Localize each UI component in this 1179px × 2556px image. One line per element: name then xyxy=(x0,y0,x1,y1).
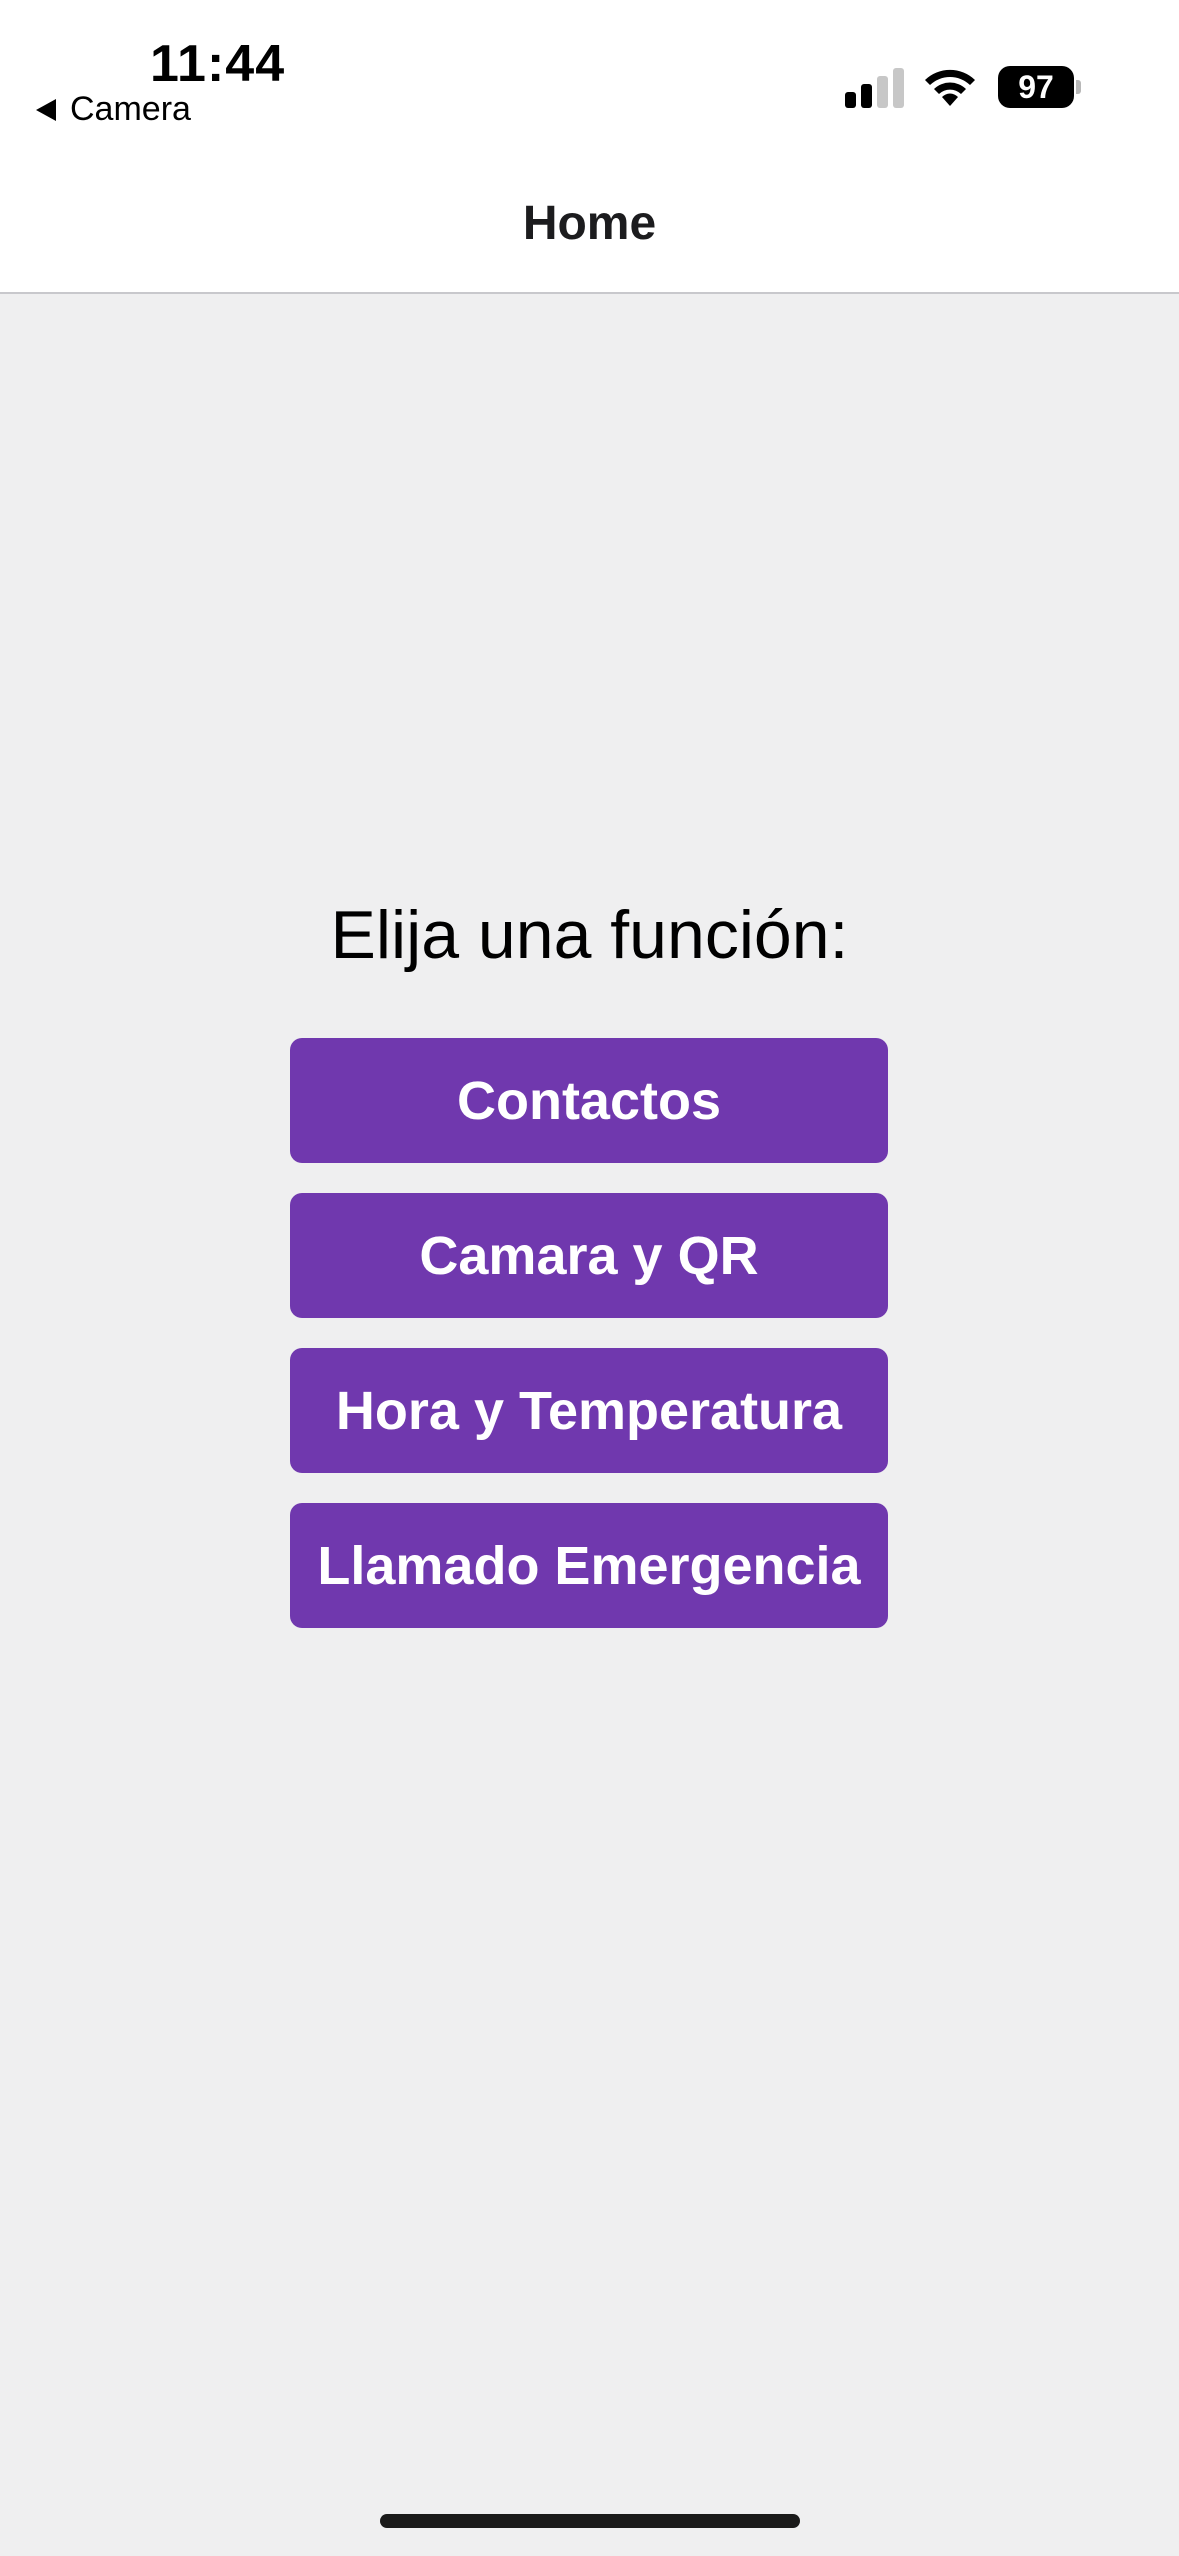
app-screen: 11:44 Camera 97 Home Elija una función: … xyxy=(0,0,1179,2556)
status-time: 11:44 xyxy=(150,35,286,93)
navigation-bar: Home xyxy=(0,160,1179,294)
back-to-app-link[interactable]: Camera xyxy=(36,90,191,129)
hora-temperatura-button[interactable]: Hora y Temperatura xyxy=(290,1348,888,1473)
battery-icon: 97 xyxy=(998,66,1081,108)
page-title: Home xyxy=(522,197,657,250)
function-button-list: Contactos Camara y QR Hora y Temperatura… xyxy=(290,1038,888,1658)
llamado-emergencia-button[interactable]: Llamado Emergencia xyxy=(290,1503,888,1628)
contactos-button[interactable]: Contactos xyxy=(290,1038,888,1163)
function-prompt: Elija una función: xyxy=(330,897,849,973)
back-app-label: Camera xyxy=(70,90,191,128)
camara-qr-button[interactable]: Camara y QR xyxy=(290,1193,888,1318)
home-indicator[interactable] xyxy=(380,2514,800,2528)
back-caret-icon xyxy=(36,98,56,121)
cellular-signal-icon xyxy=(845,66,905,108)
battery-level: 97 xyxy=(998,66,1074,108)
status-bar: 11:44 Camera 97 xyxy=(0,0,1179,160)
wifi-icon xyxy=(925,69,975,106)
battery-tip xyxy=(1076,80,1081,94)
